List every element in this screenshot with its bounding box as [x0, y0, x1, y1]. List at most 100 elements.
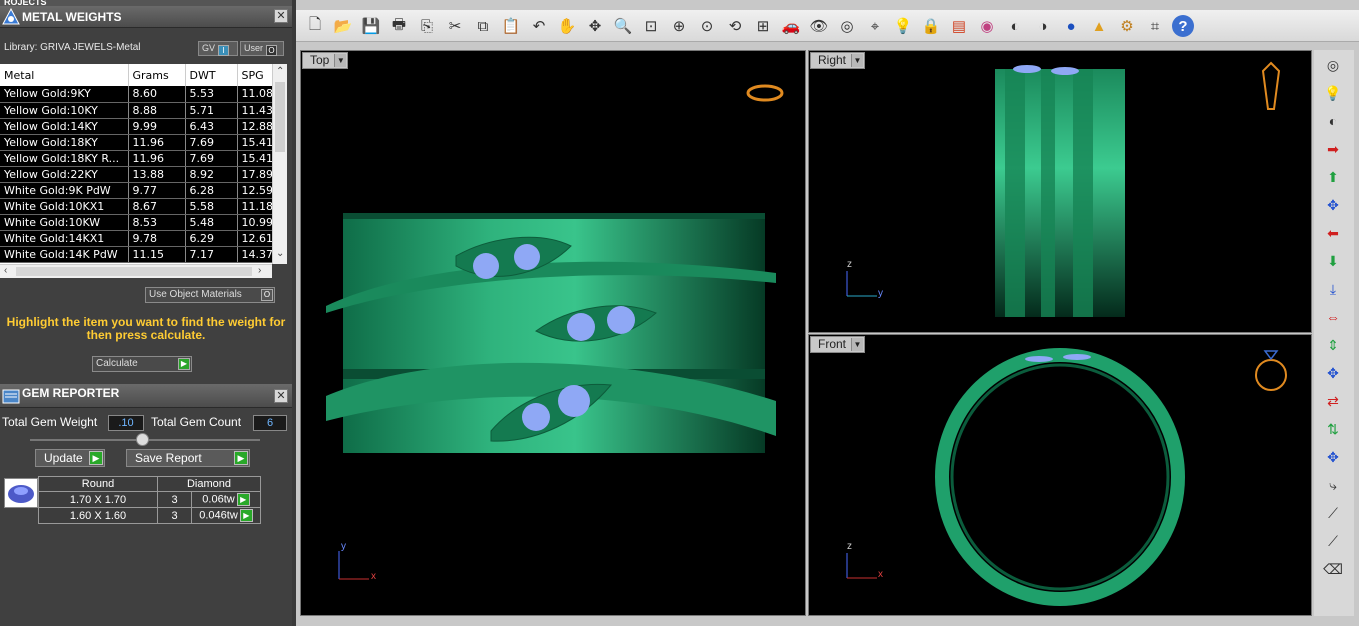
arrow-down-icon[interactable]: ⬇ — [1322, 250, 1344, 272]
horizontal-scroll-thumb[interactable] — [16, 267, 252, 276]
layers-icon[interactable]: ▤ — [948, 15, 970, 37]
zoom-extents-icon[interactable]: ⊕ — [668, 15, 690, 37]
metal-table-row[interactable]: Yellow Gold:22KY 13.88 8.92 17.89 — [0, 166, 287, 183]
update-button[interactable]: Update ▶ — [35, 449, 105, 467]
compress-vertical-icon[interactable]: ⇅ — [1322, 418, 1344, 440]
four-viewports-icon[interactable]: ⊞ — [752, 15, 774, 37]
open-icon[interactable]: 📂 — [332, 15, 354, 37]
use-object-materials-switch[interactable]: O — [261, 289, 273, 301]
save-report-go-icon[interactable]: ▶ — [234, 451, 248, 465]
curve-icon[interactable]: ⤷ — [1322, 474, 1344, 496]
metal-table-row[interactable]: Yellow Gold:9KY 8.60 5.53 11.08 — [0, 86, 287, 103]
move-icon[interactable]: ✥ — [584, 15, 606, 37]
metal-table-vertical-scrollbar[interactable]: ⌃ ⌄ — [272, 64, 287, 264]
rotate-view-icon[interactable]: ⟲ — [724, 15, 746, 37]
undo-icon[interactable]: ↶ — [528, 15, 550, 37]
print-icon[interactable]: 🖶 — [388, 15, 410, 37]
calculate-go-icon[interactable]: ▶ — [178, 358, 190, 370]
target-icon[interactable]: ◎ — [836, 15, 858, 37]
snap-icon[interactable]: ⌖ — [864, 15, 886, 37]
metal-table-horizontal-scrollbar[interactable]: ‹ › — [0, 264, 272, 278]
bulb-icon[interactable]: 💡 — [1322, 82, 1344, 104]
arrow-left-icon[interactable]: ⬅ — [1322, 222, 1344, 244]
metal-table-cell: 11.15 — [128, 246, 186, 263]
crop-icon[interactable]: ⌗ — [1144, 15, 1166, 37]
gv-switch[interactable]: I — [218, 45, 230, 56]
knife-icon[interactable]: ⟋ — [1322, 530, 1344, 552]
front-viewport[interactable]: Front ▼ z x — [808, 334, 1312, 616]
paste-icon[interactable]: 📋 — [500, 15, 522, 37]
eraser-icon[interactable]: ⌫ — [1322, 558, 1344, 580]
vertical-scroll-thumb[interactable] — [275, 82, 285, 152]
gem-reporter-close-button[interactable]: ✕ — [274, 389, 288, 403]
stretch-vertical-icon[interactable]: ⇕ — [1322, 334, 1344, 356]
help-icon[interactable]: ? — [1172, 15, 1194, 37]
gem-row-go-icon[interactable]: ▶ — [239, 509, 253, 522]
metal-table-row[interactable]: Yellow Gold:14KY 9.99 6.43 12.88 — [0, 118, 287, 135]
gem-row-go-icon[interactable]: ▶ — [236, 493, 250, 506]
metal-table-row[interactable]: White Gold:9K PdW 9.77 6.28 12.59 — [0, 182, 287, 199]
move-down-blue-icon[interactable]: ⤓ — [1322, 278, 1344, 300]
metal-col-header[interactable]: Metal — [0, 64, 129, 86]
zoom-target-icon[interactable]: ⊙ — [696, 15, 718, 37]
zoom-in-icon[interactable]: 🔍 — [612, 15, 634, 37]
user-switch[interactable]: O — [266, 45, 278, 56]
right-viewport[interactable]: Right ▼ z y — [808, 50, 1312, 333]
gem-table-row[interactable]: 1.70 X 1.70 3 0.06tw ▶ — [38, 491, 261, 508]
line-tool-icon[interactable]: ⟋ — [1322, 502, 1344, 524]
copy-icon[interactable]: ⧉ — [472, 15, 494, 37]
zoom-window-icon[interactable]: ⊡ — [640, 15, 662, 37]
metal-col-header[interactable]: Grams — [128, 64, 186, 86]
eye-icon[interactable]: 👁 — [808, 15, 830, 37]
sphere-icon[interactable]: ● — [1060, 15, 1082, 37]
save-icon[interactable]: 💾 — [360, 15, 382, 37]
scroll-down-icon[interactable]: ⌄ — [276, 248, 284, 259]
copy-page-icon[interactable]: ⎘ — [416, 15, 438, 37]
gem-slider-knob[interactable] — [136, 433, 149, 446]
metal-table-cell: White Gold:10KW — [0, 214, 129, 231]
arrow-right-icon[interactable]: ➡ — [1322, 138, 1344, 160]
arrow-up-icon[interactable]: ⬆ — [1322, 166, 1344, 188]
film-reel-icon[interactable]: ◎ — [1322, 54, 1344, 76]
metal-table-cell: 5.58 — [185, 198, 238, 215]
gv-toggle[interactable]: GV I — [198, 41, 238, 56]
save-report-button[interactable]: Save Report ▶ — [126, 449, 250, 467]
move-blue-icon[interactable]: ✥ — [1322, 194, 1344, 216]
user-toggle[interactable]: User O — [240, 41, 284, 56]
metal-table-row[interactable]: Yellow Gold:18KY R... 11.96 7.69 15.41 — [0, 150, 287, 167]
metal-col-header[interactable]: DWT — [185, 64, 238, 86]
use-object-materials-toggle[interactable]: Use Object Materials O — [145, 287, 275, 303]
metal-table-row[interactable]: White Gold:10KW 8.53 5.48 10.99 — [0, 214, 287, 231]
compress-blue-icon[interactable]: ✥ — [1322, 446, 1344, 468]
settings-gear-icon[interactable]: ⚙ — [1116, 15, 1138, 37]
new-icon[interactable]: 🗋 — [304, 15, 326, 37]
color-wheel-icon[interactable]: ◉ — [976, 15, 998, 37]
stretch-blue-icon[interactable]: ✥ — [1322, 362, 1344, 384]
lock-icon[interactable]: 🔒 — [920, 15, 942, 37]
metal-table-row[interactable]: Yellow Gold:18KY 11.96 7.69 15.41 — [0, 134, 287, 151]
metal-table-row[interactable]: White Gold:14K PdW 11.15 7.17 14.37 — [0, 246, 287, 263]
shade-icon[interactable]: ◐ — [1004, 15, 1026, 37]
cone-icon[interactable]: ▲ — [1088, 15, 1110, 37]
stretch-horizontal-icon[interactable]: ⇔ — [1322, 306, 1344, 328]
metal-table-row[interactable]: Yellow Gold:10KY 8.88 5.71 11.43 — [0, 102, 287, 119]
calculate-button[interactable]: Calculate ▶ — [92, 356, 192, 372]
shade-sphere-icon[interactable]: ◐ — [1322, 110, 1344, 132]
update-go-icon[interactable]: ▶ — [89, 451, 103, 465]
gem-weight-value: 0.046tw — [199, 509, 238, 522]
gem-table-row[interactable]: 1.60 X 1.60 3 0.046tw ▶ — [38, 507, 261, 524]
metal-table-row[interactable]: White Gold:10KX1 8.67 5.58 11.18 — [0, 198, 287, 215]
scroll-right-icon[interactable]: › — [258, 265, 261, 276]
cut-icon[interactable]: ✂ — [444, 15, 466, 37]
top-viewport[interactable]: Top ▼ y x — [300, 50, 806, 616]
render-icon[interactable]: ◑ — [1032, 15, 1054, 37]
light-bulb-icon[interactable]: 💡 — [892, 15, 914, 37]
compress-horizontal-icon[interactable]: ⇄ — [1322, 390, 1344, 412]
gem-count-value: 3 — [171, 493, 178, 506]
car-icon[interactable]: 🚗 — [780, 15, 802, 37]
scroll-left-icon[interactable]: ‹ — [4, 265, 7, 276]
metal-weights-close-button[interactable]: ✕ — [274, 9, 288, 23]
pan-hand-icon[interactable]: ✋ — [556, 15, 578, 37]
scroll-up-icon[interactable]: ⌃ — [276, 66, 284, 77]
metal-table-row[interactable]: White Gold:14KX1 9.78 6.29 12.61 — [0, 230, 287, 247]
